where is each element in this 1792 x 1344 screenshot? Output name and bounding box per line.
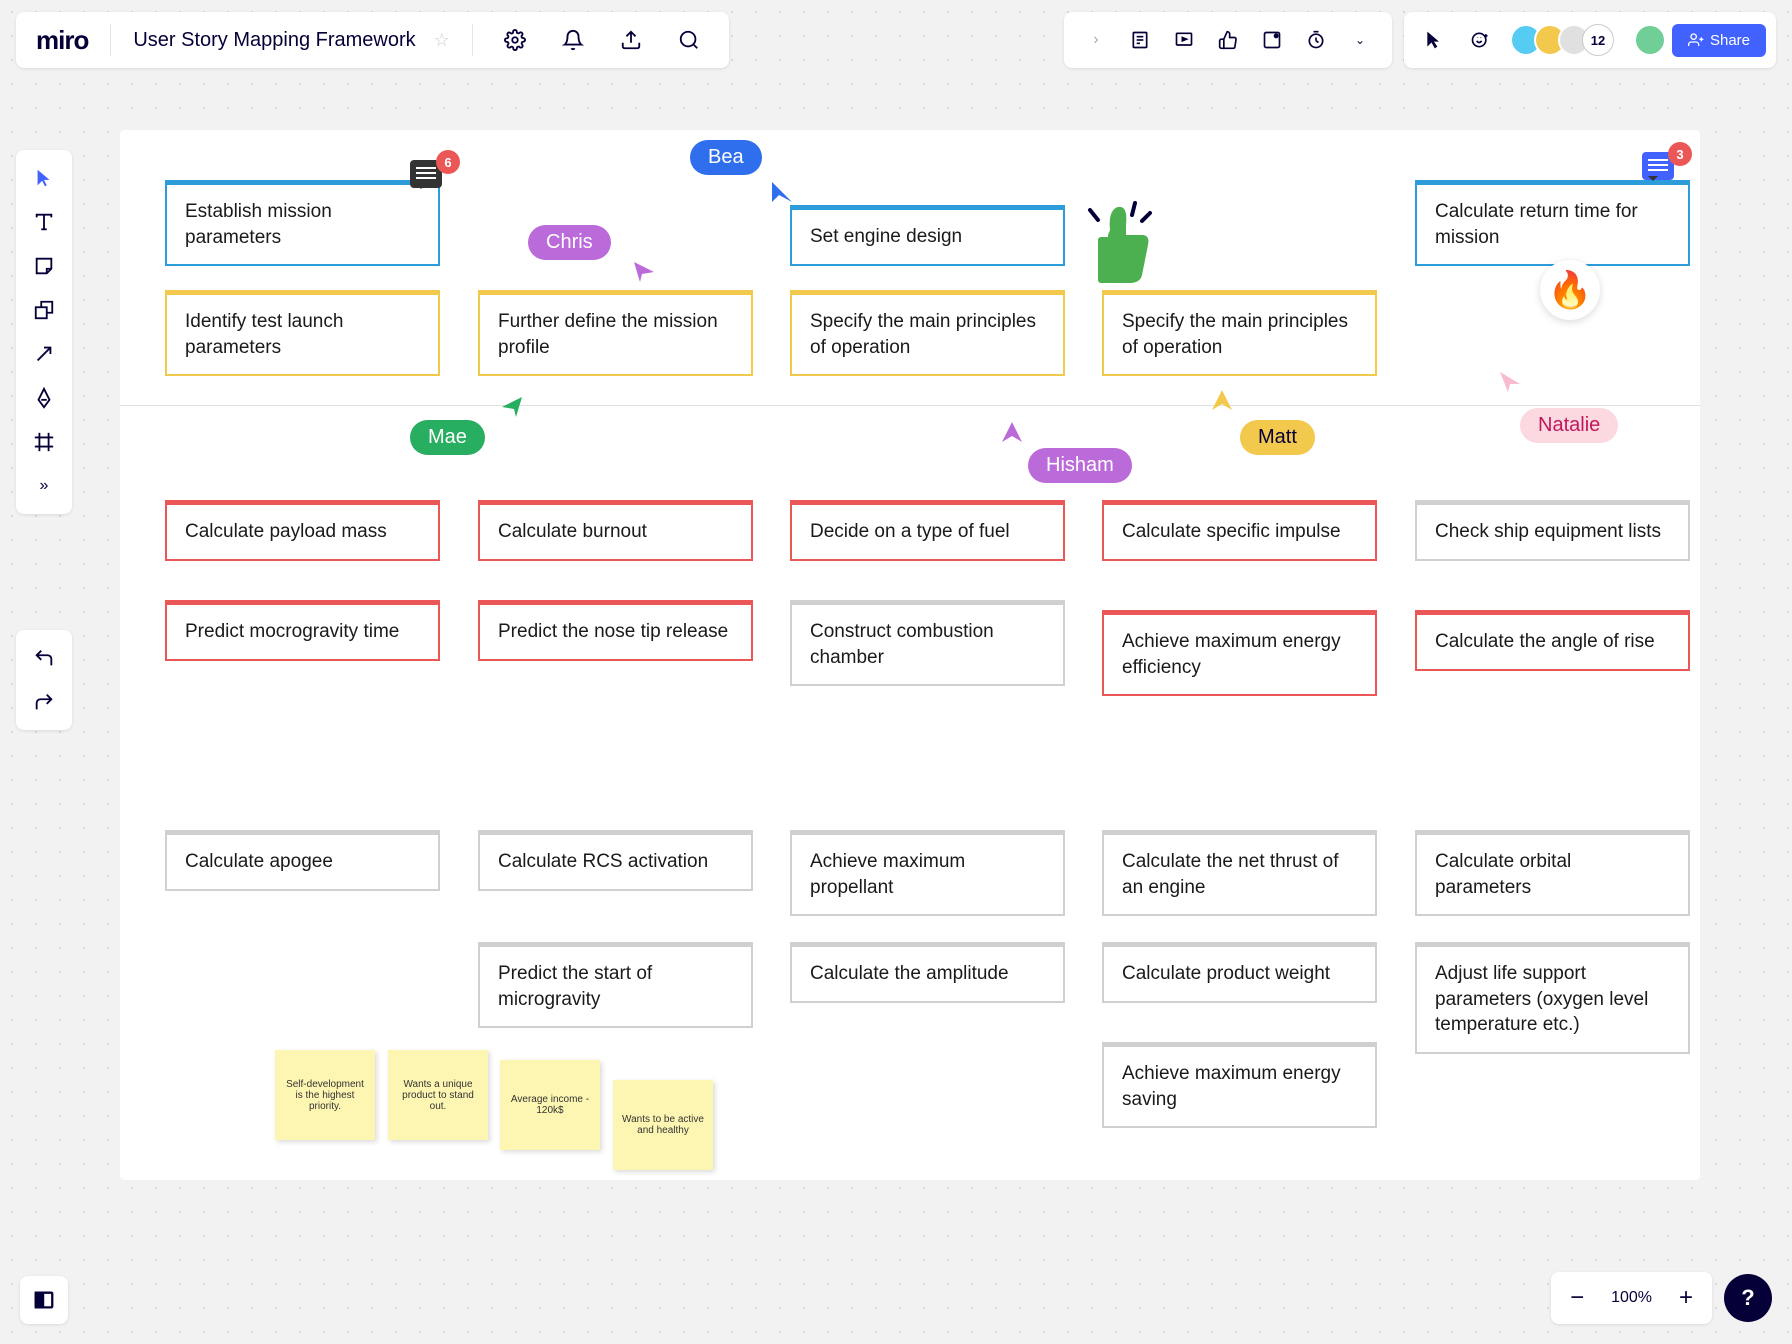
user-tag-natalie: Natalie: [1520, 408, 1618, 443]
zoom-value[interactable]: 100%: [1599, 1289, 1664, 1307]
user-tag-matt: Matt: [1240, 420, 1315, 455]
card[interactable]: Calculate orbital parameters: [1415, 830, 1690, 916]
cursor-icon: [770, 180, 794, 204]
card[interactable]: Calculate the net thrust of an engine: [1102, 830, 1377, 916]
card[interactable]: Calculate return time for mission: [1415, 180, 1690, 266]
header-center-panel: › ⌄: [1064, 12, 1392, 68]
card[interactable]: Calculate the angle of rise: [1415, 610, 1690, 671]
card[interactable]: Set engine design: [790, 205, 1065, 266]
avatar-count[interactable]: 12: [1582, 24, 1614, 56]
badge-count: 6: [436, 150, 460, 174]
undo-button[interactable]: [24, 638, 64, 678]
text-tool[interactable]: [24, 202, 64, 242]
minimap-toggle[interactable]: [20, 1276, 68, 1324]
sticky-note[interactable]: Wants a unique product to stand out.: [388, 1050, 488, 1140]
undo-redo-toolbar: [16, 630, 72, 730]
export-icon[interactable]: [611, 20, 651, 60]
more-tools[interactable]: »: [24, 466, 64, 506]
divider: [110, 24, 111, 56]
miro-logo[interactable]: miro: [36, 25, 88, 56]
user-tag-bea: Bea: [690, 140, 762, 175]
select-tool[interactable]: [24, 158, 64, 198]
avatar-self[interactable]: [1634, 24, 1666, 56]
timer-icon[interactable]: [1296, 20, 1336, 60]
zoom-panel: − 100% +: [1551, 1272, 1712, 1324]
header-left-panel: miro User Story Mapping Framework ☆: [16, 12, 729, 68]
cursor-icon: [1498, 370, 1522, 394]
zoom-out-button[interactable]: −: [1555, 1276, 1599, 1320]
card[interactable]: Calculate specific impulse: [1102, 500, 1377, 561]
help-button[interactable]: ?: [1724, 1274, 1772, 1322]
card[interactable]: Adjust life support parameters (oxygen l…: [1415, 942, 1690, 1054]
card[interactable]: Construct combustion chamber: [790, 600, 1065, 686]
sticky-tool[interactable]: [24, 246, 64, 286]
redo-button[interactable]: [24, 682, 64, 722]
card[interactable]: Predict the start of microgravity: [478, 942, 753, 1028]
left-toolbar: »: [16, 150, 72, 514]
cursor-icon: [632, 260, 656, 284]
card[interactable]: Calculate product weight: [1102, 942, 1377, 1003]
user-tag-chris: Chris: [528, 225, 611, 260]
thumbs-up-reaction[interactable]: [1080, 195, 1160, 285]
frame-tool[interactable]: [24, 422, 64, 462]
chevron-down-icon[interactable]: ⌄: [1340, 20, 1380, 60]
search-icon[interactable]: [669, 20, 709, 60]
divider: [472, 24, 473, 56]
settings-icon[interactable]: [495, 20, 535, 60]
card[interactable]: Check ship equipment lists: [1415, 500, 1690, 561]
vote-icon[interactable]: [1252, 20, 1292, 60]
note-icon[interactable]: [1120, 20, 1160, 60]
badge-count: 3: [1668, 142, 1692, 166]
divider-line: [120, 405, 1700, 406]
card[interactable]: Predict the nose tip release: [478, 600, 753, 661]
card[interactable]: Further define the mission profile: [478, 290, 753, 376]
card[interactable]: Specify the main principles of operation: [1102, 290, 1377, 376]
arrow-tool[interactable]: [24, 334, 64, 374]
zoom-in-button[interactable]: +: [1664, 1276, 1708, 1320]
card[interactable]: Identify test launch parameters: [165, 290, 440, 376]
sticky-note[interactable]: Average income - 120k$: [500, 1060, 600, 1150]
bell-icon[interactable]: [553, 20, 593, 60]
cursor-icon: [500, 395, 524, 419]
sticky-note[interactable]: Wants to be active and healthy: [613, 1080, 713, 1170]
card[interactable]: Achieve maximum energy saving: [1102, 1042, 1377, 1128]
card[interactable]: Achieve maximum propellant: [790, 830, 1065, 916]
cursor-icon[interactable]: [1414, 20, 1454, 60]
header-right-panel: 12 Share: [1404, 12, 1776, 68]
star-icon[interactable]: ☆: [434, 30, 450, 51]
card[interactable]: Predict mocrogravity time: [165, 600, 440, 661]
card[interactable]: Specify the main principles of operation: [790, 290, 1065, 376]
reactions-icon[interactable]: [1460, 20, 1500, 60]
share-button[interactable]: Share: [1672, 24, 1766, 57]
fire-reaction[interactable]: 🔥: [1540, 260, 1600, 320]
user-tag-mae: Mae: [410, 420, 485, 455]
canvas[interactable]: Establish mission parameters 6 Set engin…: [120, 130, 1700, 1180]
cursor-icon: [1000, 420, 1024, 444]
share-label: Share: [1710, 32, 1750, 49]
card[interactable]: Calculate the amplitude: [790, 942, 1065, 1003]
card[interactable]: Achieve maximum energy efficiency: [1102, 610, 1377, 696]
card[interactable]: Calculate RCS activation: [478, 830, 753, 891]
present-icon[interactable]: [1164, 20, 1204, 60]
cursor-icon: [1210, 388, 1234, 412]
user-tag-hisham: Hisham: [1028, 448, 1132, 483]
pen-tool[interactable]: [24, 378, 64, 418]
board-title[interactable]: User Story Mapping Framework: [133, 29, 415, 52]
card[interactable]: Calculate apogee: [165, 830, 440, 891]
thumbs-up-icon[interactable]: [1208, 20, 1248, 60]
shape-tool[interactable]: [24, 290, 64, 330]
card[interactable]: Establish mission parameters: [165, 180, 440, 266]
card[interactable]: Decide on a type of fuel: [790, 500, 1065, 561]
card[interactable]: Calculate payload mass: [165, 500, 440, 561]
sticky-note[interactable]: Self-development is the highest priority…: [275, 1050, 375, 1140]
card[interactable]: Calculate burnout: [478, 500, 753, 561]
chevron-right-icon[interactable]: ›: [1076, 20, 1116, 60]
